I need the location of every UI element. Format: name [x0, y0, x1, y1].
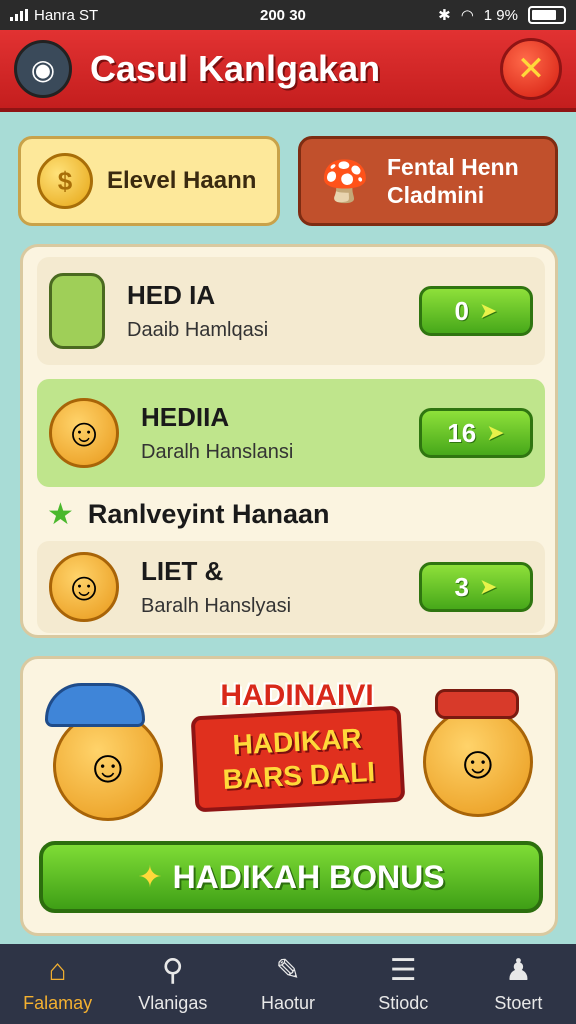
rental-card[interactable]: 🍄 Fental Henn Cladmini: [298, 136, 558, 226]
nav-label: Falamay: [23, 992, 93, 1013]
nav-item-edit[interactable]: ✎ Haotur: [230, 944, 345, 1024]
star-icon: ★: [47, 498, 74, 531]
nav-label: Vlanigas: [138, 992, 208, 1013]
carrier-name: Hanra ST: [34, 6, 99, 24]
battery-percent: 1 9%: [483, 6, 518, 24]
nav-item-home[interactable]: ⌂ Falamay: [0, 944, 115, 1024]
level-card-label: Elevel Haann: [107, 167, 257, 194]
list-item-subtitle: Baralh Hanslyasi: [141, 595, 292, 617]
bonus-button[interactable]: ✦ HADIKAH BONUS: [39, 841, 543, 913]
nav-item-profile[interactable]: ♟ Stoert: [461, 944, 576, 1024]
arrow-icon: ➤: [479, 298, 498, 323]
nav-label: Stoert: [494, 992, 543, 1013]
smiling-face-icon: ☺: [49, 398, 119, 468]
value-button[interactable]: 16 ➤: [419, 408, 533, 458]
value-label: 16: [447, 417, 477, 448]
mushroom-icon: 🍄: [320, 159, 370, 204]
edit-icon: ✎: [275, 953, 301, 987]
mascot-right-icon: ☺: [423, 707, 533, 817]
item-list-panel: HED IA Daaib Hamlqasi 0 ➤ ☺ HEDIIA Daral…: [20, 244, 558, 638]
value-label: 3: [454, 571, 470, 602]
list-item-title: HED IA: [127, 280, 216, 310]
close-icon: ✕: [516, 50, 546, 88]
arrow-icon: ➤: [486, 420, 505, 445]
list-item-subtitle: Daralh Hanslansi: [141, 441, 294, 463]
bonus-button-label: HADIKAH BONUS: [172, 858, 445, 895]
nav-item-search[interactable]: ⚲ Vlanigas: [115, 944, 230, 1024]
list-item-title: HEDIIA: [141, 402, 230, 432]
level-card[interactable]: $ Elevel Haann: [18, 136, 280, 226]
app-title: Casul Kanlgakan: [90, 48, 381, 89]
smiling-face-icon: ☺: [49, 552, 119, 622]
value-label: 0: [454, 295, 470, 326]
list-item[interactable]: ☺ HEDIIA Daralh Hanslansi 16 ➤: [37, 379, 545, 487]
list-item-subtitle: Daaib Hamlqasi: [127, 319, 269, 341]
wifi-icon: ◠: [460, 7, 474, 24]
list-item-text: HEDIIA Daralh Hanslansi: [141, 402, 419, 464]
rental-card-label-line2: Cladmini: [387, 182, 485, 208]
value-button[interactable]: 0 ➤: [419, 286, 533, 336]
close-button[interactable]: ✕: [500, 38, 562, 100]
document-icon: ☰: [389, 953, 417, 987]
profile-icon: ♟: [504, 953, 532, 987]
section-header: ★ Ranlveyint Hanaan: [47, 497, 329, 532]
nav-label: Haotur: [260, 992, 316, 1013]
nav-item-document[interactable]: ☰ Stiodc: [346, 944, 461, 1024]
bottle-icon: [49, 273, 105, 349]
status-time: 200 30: [260, 6, 306, 24]
gamepad-icon[interactable]: ◉: [14, 40, 72, 98]
arrow-icon: ➤: [479, 574, 498, 599]
list-item[interactable]: ☺ LIET & Baralh Hanslyasi 3 ➤: [37, 541, 545, 633]
signal-icon: [10, 9, 28, 21]
hat-icon: [435, 689, 519, 719]
section-title: Ranlveyint Hanaan: [87, 499, 330, 529]
list-item-text: LIET & Baralh Hanslyasi: [141, 556, 419, 618]
list-item-title: LIET &: [141, 556, 224, 586]
value-button[interactable]: 3 ➤: [419, 562, 533, 612]
cap-icon: [45, 683, 145, 727]
bonus-badge-line2: BARS DALI: [221, 756, 376, 795]
list-item-text: HED IA Daaib Hamlqasi: [127, 280, 419, 342]
coin-icon: $: [37, 153, 93, 209]
app-header: ◉ Casul Kanlgakan ✕: [0, 30, 576, 112]
status-bar: Hanra ST 200 30 ✱ ◠ 1 9%: [0, 0, 576, 30]
sparkle-icon: ✦: [137, 860, 163, 894]
rental-card-label-line1: Fental Henn: [387, 154, 519, 180]
status-left: Hanra ST: [10, 7, 210, 24]
bottom-nav: ⌂ Falamay ⚲ Vlanigas ✎ Haotur ☰ Stiodc ♟…: [0, 944, 576, 1024]
status-right: ✱ ◠ 1 9%: [438, 6, 566, 24]
battery-icon: [528, 6, 566, 24]
search-icon: ⚲: [161, 953, 184, 987]
home-icon: ⌂: [48, 953, 67, 987]
mascot-left-icon: ☺: [53, 711, 163, 821]
nav-label: Stiodc: [378, 992, 429, 1013]
bonus-badge: HADIKAR BARS DALI: [190, 705, 406, 813]
bluetooth-icon: ✱: [438, 7, 451, 24]
list-item[interactable]: HED IA Daaib Hamlqasi 0 ➤: [37, 257, 545, 365]
bonus-panel: ☺ HADINAIVI HADIKAR BARS DALI ☺ ✦ HADIKA…: [20, 656, 558, 936]
